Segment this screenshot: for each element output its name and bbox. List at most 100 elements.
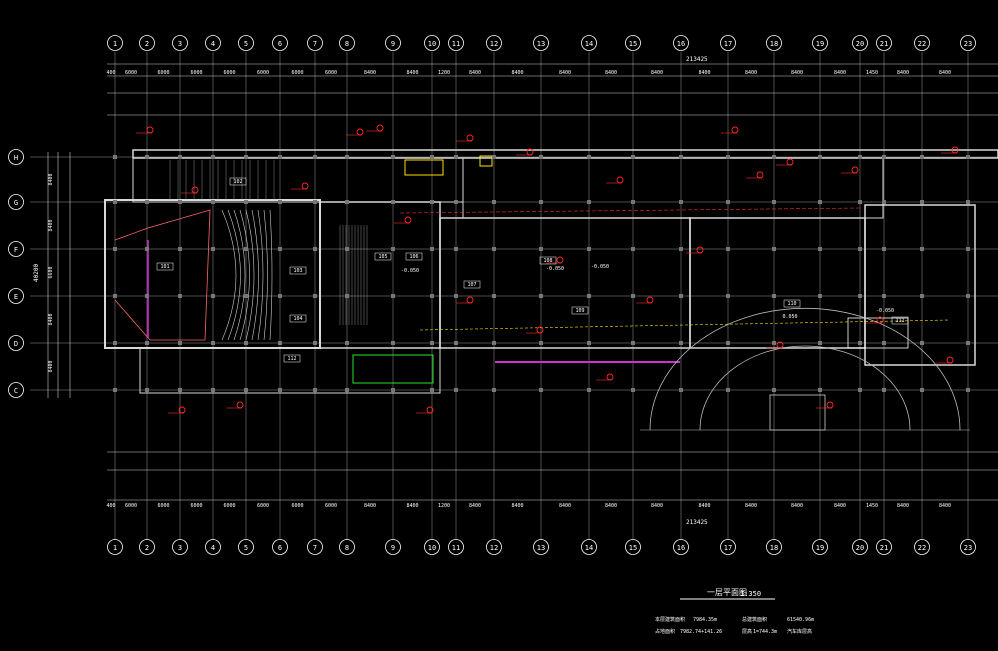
top-dimension-value: 8400 xyxy=(364,70,376,76)
structural-column xyxy=(679,200,683,204)
bottom-dimension-value: 6000 xyxy=(257,503,269,509)
room-tag: 102 xyxy=(233,179,242,185)
bottom-dimension-value: 6000 xyxy=(291,503,303,509)
structural-column xyxy=(391,155,395,159)
column-label-bottom: 17 xyxy=(724,544,732,552)
column-label-top: 1 xyxy=(113,40,117,48)
structural-column xyxy=(430,294,434,298)
structural-column xyxy=(430,388,434,392)
bottom-dimension-value: 400 xyxy=(106,503,115,509)
top-dimension-value: 8400 xyxy=(698,70,710,76)
top-dimension-value: 8400 xyxy=(651,70,663,76)
structural-column xyxy=(858,200,862,204)
bottom-dimension-value: 6000 xyxy=(223,503,235,509)
structural-column xyxy=(113,155,117,159)
structural-column xyxy=(726,388,730,392)
column-label-top: 19 xyxy=(816,40,824,48)
column-label-top: 16 xyxy=(677,40,685,48)
structural-column xyxy=(145,200,149,204)
side-dimension-value: 8400 xyxy=(48,360,54,372)
structural-column xyxy=(178,155,182,159)
column-label-bottom: 19 xyxy=(816,544,824,552)
structural-column xyxy=(539,388,543,392)
structural-column xyxy=(492,200,496,204)
structural-column xyxy=(345,341,349,345)
structural-column xyxy=(313,155,317,159)
column-label-top: 23 xyxy=(964,40,972,48)
structural-column xyxy=(631,155,635,159)
structural-column xyxy=(858,388,862,392)
top-dimension-value: 1450 xyxy=(866,70,878,76)
top-dimension-value: 6000 xyxy=(125,70,137,76)
structural-column xyxy=(391,341,395,345)
structural-column xyxy=(454,155,458,159)
bottom-dimension-value: 8400 xyxy=(745,503,757,509)
bottom-dimension-value: 1200 xyxy=(438,503,450,509)
top-dimension-value: 8400 xyxy=(745,70,757,76)
structural-column xyxy=(858,294,862,298)
structural-column xyxy=(539,247,543,251)
structural-column xyxy=(920,388,924,392)
column-label-bottom: 22 xyxy=(918,544,926,552)
room-tag: 112 xyxy=(287,356,296,362)
structural-column xyxy=(587,247,591,251)
structural-column xyxy=(587,294,591,298)
structural-column xyxy=(772,155,776,159)
structural-column xyxy=(211,200,215,204)
structural-column xyxy=(145,388,149,392)
structural-column xyxy=(679,155,683,159)
structural-column xyxy=(539,294,543,298)
structural-column xyxy=(818,341,822,345)
column-label-bottom: 1 xyxy=(113,544,117,552)
bottom-dimension-value: 8400 xyxy=(511,503,523,509)
column-label-bottom: 16 xyxy=(677,544,685,552)
column-label-top: 13 xyxy=(537,40,545,48)
structural-column xyxy=(492,294,496,298)
column-label-top: 8 xyxy=(345,40,349,48)
structural-column xyxy=(391,200,395,204)
structural-column xyxy=(391,294,395,298)
info-label-4: 层高 xyxy=(742,628,752,635)
structural-column xyxy=(882,200,886,204)
level-mark: -0.050 xyxy=(546,266,564,272)
column-label-top: 4 xyxy=(211,40,215,48)
structural-column xyxy=(454,341,458,345)
level-mark: -0.050 xyxy=(876,308,894,314)
floor-plan-drawing: 1 2 3 4 5 6 7 8 9 10 11 12 13 14 15 16 17 18 19 20 21 22 23 12… xyxy=(0,0,998,651)
column-label-bottom: 12 xyxy=(490,544,498,552)
row-label: D xyxy=(14,340,18,348)
column-label-top: 9 xyxy=(391,40,395,48)
structural-column xyxy=(145,294,149,298)
structural-column xyxy=(345,200,349,204)
column-label-top: 3 xyxy=(178,40,182,48)
bottom-dimension-value: 6000 xyxy=(157,503,169,509)
structural-column xyxy=(772,294,776,298)
structural-column xyxy=(966,200,970,204)
total-height-label: 40200 xyxy=(33,264,40,282)
structural-column xyxy=(772,388,776,392)
info-value-4: 1=744.3m xyxy=(753,629,777,635)
structural-column xyxy=(178,341,182,345)
structural-column xyxy=(391,388,395,392)
structural-column xyxy=(178,294,182,298)
top-dimension-value: 8400 xyxy=(406,70,418,76)
top-dimension-value: 6000 xyxy=(157,70,169,76)
column-label-top: 15 xyxy=(629,40,637,48)
top-dimension-value: 6000 xyxy=(223,70,235,76)
bottom-dimension-value: 8400 xyxy=(605,503,617,509)
structural-column xyxy=(454,294,458,298)
structural-column xyxy=(920,341,924,345)
structural-column xyxy=(858,155,862,159)
structural-column xyxy=(772,200,776,204)
room-tag: 103 xyxy=(293,268,302,274)
structural-column xyxy=(244,200,248,204)
structural-column xyxy=(278,294,282,298)
bottom-dimension-value: 6000 xyxy=(190,503,202,509)
structural-column xyxy=(454,200,458,204)
structural-column xyxy=(278,388,282,392)
structural-column xyxy=(278,155,282,159)
bottom-dimension-value: 8400 xyxy=(406,503,418,509)
room-tag: 110 xyxy=(787,301,796,307)
column-label-top: 12 xyxy=(490,40,498,48)
structural-column xyxy=(726,341,730,345)
